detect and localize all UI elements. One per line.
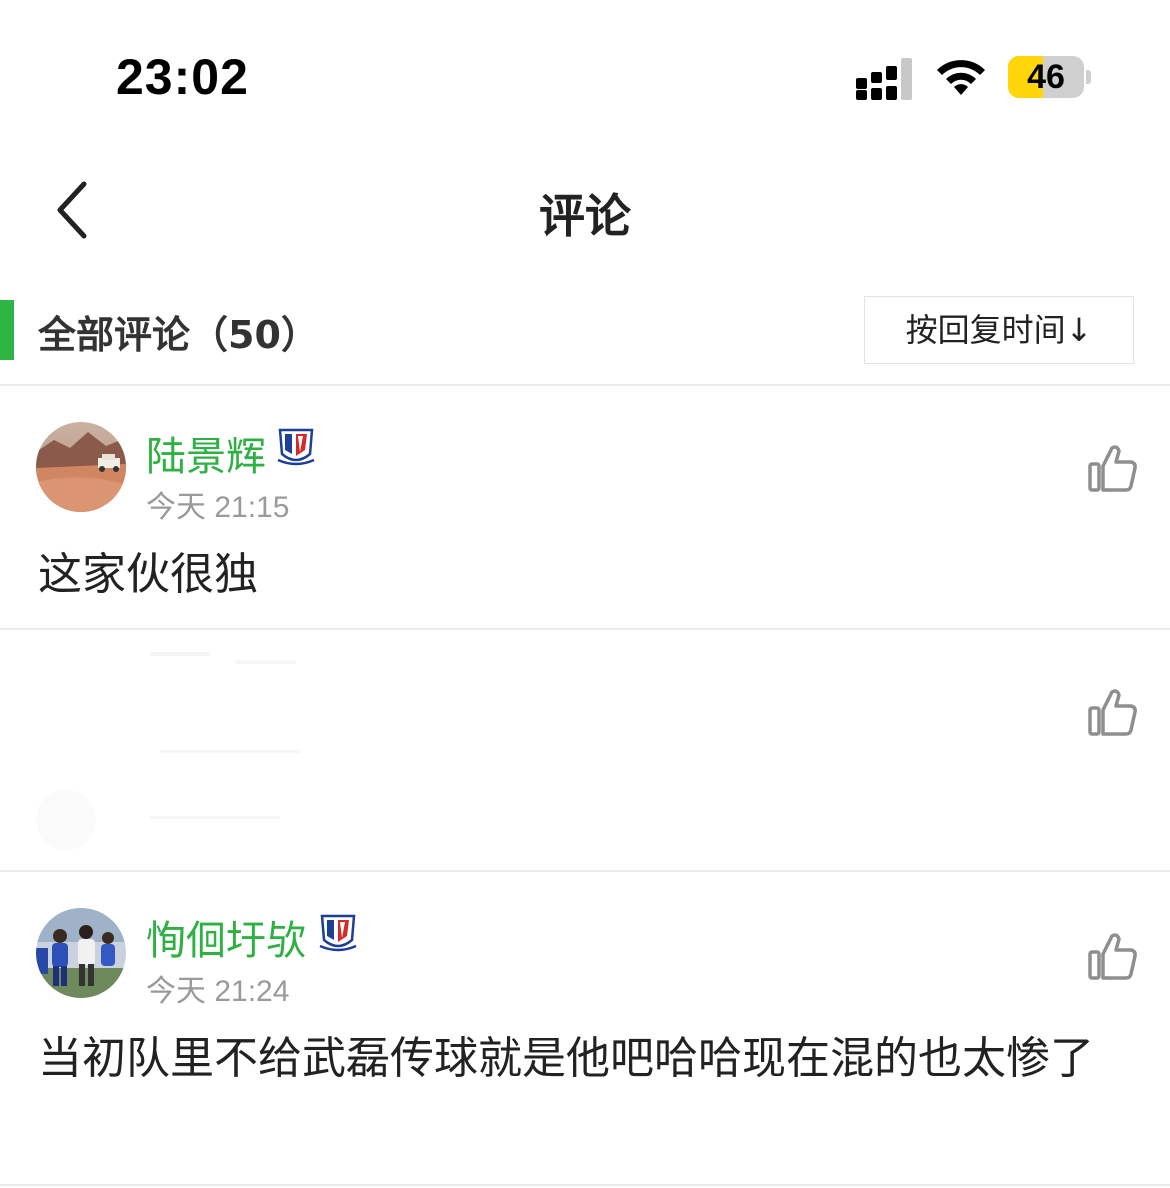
- nav-bar: 评论: [0, 150, 1170, 270]
- comment-text: 当初队里不给武磊传球就是他吧哈哈现在混的也太惨了: [38, 1033, 1094, 1084]
- comments-section-header: 全部评论（50） 按回复时间↓: [0, 290, 1170, 386]
- battery-level: 46: [1027, 58, 1065, 96]
- section-accent-bar: [0, 300, 14, 360]
- avatar[interactable]: [36, 908, 126, 998]
- avatar[interactable]: [36, 422, 126, 512]
- username[interactable]: 恂佪圩欤: [146, 908, 306, 966]
- comment-item: 陆景辉 今天 21:15 这家伙很独: [0, 388, 1170, 630]
- battery-tip: [1086, 70, 1091, 84]
- timestamp: 今天 21:24: [146, 975, 290, 1008]
- faded-avatar: [36, 790, 96, 850]
- battery-icon: 46: [1008, 56, 1084, 98]
- comment-text: 这家伙很独: [38, 549, 258, 600]
- section-title: 全部评论（50）: [38, 313, 319, 357]
- football-players-avatar: [36, 908, 126, 998]
- shenhua-badge-icon: [277, 428, 315, 466]
- sort-by-reply-time-button[interactable]: 按回复时间↓: [864, 296, 1134, 364]
- shenhua-badge-icon: [319, 914, 357, 952]
- status-time: 23:02: [116, 49, 249, 105]
- desert-jeep-avatar: [36, 422, 126, 512]
- like-icon[interactable]: [1086, 930, 1140, 984]
- comment-item-placeholder: [0, 630, 1170, 872]
- page-title: 评论: [539, 189, 631, 243]
- like-icon[interactable]: [1086, 442, 1140, 496]
- faded-line: [150, 816, 280, 819]
- faded-line: [160, 750, 300, 753]
- faded-line: [236, 660, 296, 664]
- signal-icon: [856, 58, 912, 100]
- username[interactable]: 陆景辉: [146, 424, 266, 482]
- status-bar: 23:02 46: [0, 0, 1170, 150]
- comment-item: 恂佪圩欤 今天 21:24 当初队里不给武磊传球就是他吧哈哈现在混的也太惨了: [0, 872, 1170, 1186]
- wifi-icon: [937, 60, 985, 95]
- like-icon[interactable]: [1086, 686, 1140, 740]
- faded-line: [150, 652, 210, 656]
- timestamp: 今天 21:15: [146, 491, 290, 524]
